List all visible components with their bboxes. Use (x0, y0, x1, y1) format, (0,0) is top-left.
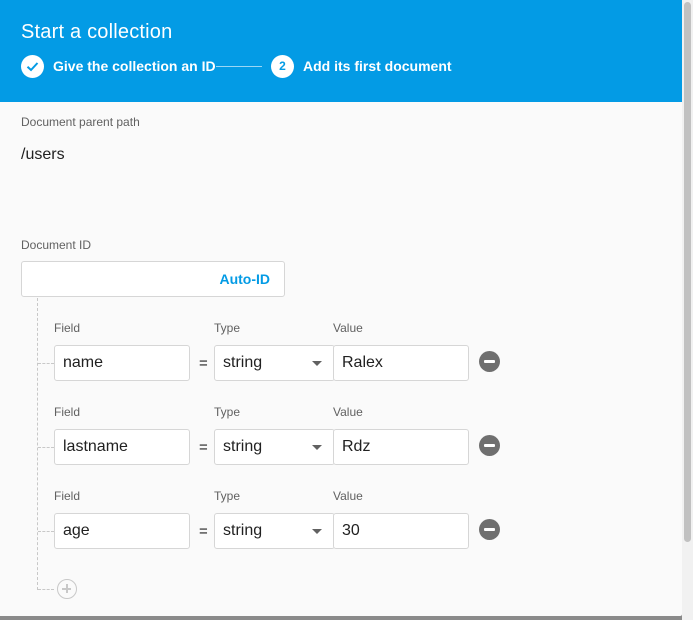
type-label: Type (214, 405, 241, 419)
type-select[interactable]: string (214, 513, 335, 549)
type-select[interactable]: string (214, 429, 335, 465)
step-2-label: Add its first document (303, 58, 452, 74)
caret-down-icon (312, 529, 322, 534)
start-collection-dialog: Start a collection Give the collection a… (0, 0, 682, 616)
tree-branch (38, 363, 54, 364)
caret-down-icon (312, 445, 322, 450)
scrollbar[interactable] (682, 0, 693, 620)
field-value-input[interactable] (333, 429, 469, 465)
type-select-value: string (223, 438, 263, 455)
dialog-header: Start a collection Give the collection a… (0, 0, 682, 102)
field-name-input[interactable] (54, 345, 190, 381)
field-label: Field (54, 405, 81, 419)
equals-sign: = (199, 523, 208, 540)
tree-branch (38, 531, 54, 532)
type-label: Type (214, 321, 241, 335)
type-label: Type (214, 489, 241, 503)
field-value-input[interactable] (333, 513, 469, 549)
value-label: Value (333, 405, 363, 419)
remove-circle-icon[interactable] (479, 519, 500, 540)
field-name-input[interactable] (54, 513, 190, 549)
tree-branch (38, 447, 54, 448)
tree-branch (38, 589, 54, 590)
dialog-title: Start a collection (21, 21, 173, 43)
step-connector (216, 66, 262, 67)
parent-path-label: Document parent path (21, 115, 140, 129)
step-2: 2 Add its first document (271, 54, 452, 78)
tree-connector (37, 298, 38, 590)
value-label: Value (333, 321, 363, 335)
document-id-input[interactable] (22, 262, 212, 296)
step-1: Give the collection an ID (21, 54, 216, 78)
step-1-label: Give the collection an ID (53, 58, 216, 74)
check-icon (21, 54, 44, 78)
field-name-input[interactable] (54, 429, 190, 465)
equals-sign: = (199, 355, 208, 372)
remove-circle-icon[interactable] (479, 435, 500, 456)
step-2-number: 2 (271, 54, 294, 78)
document-id-box: Auto-ID (21, 261, 285, 297)
equals-sign: = (199, 439, 208, 456)
auto-id-button[interactable]: Auto-ID (219, 271, 270, 287)
caret-down-icon (312, 361, 322, 366)
add-circle-icon[interactable] (57, 579, 77, 599)
parent-path-value: /users (21, 146, 65, 163)
remove-circle-icon[interactable] (479, 351, 500, 372)
field-label: Field (54, 321, 81, 335)
document-id-label: Document ID (21, 238, 92, 252)
value-label: Value (333, 489, 363, 503)
type-select[interactable]: string (214, 345, 335, 381)
type-select-value: string (223, 522, 263, 539)
field-label: Field (54, 489, 81, 503)
type-select-value: string (223, 354, 263, 371)
field-value-input[interactable] (333, 345, 469, 381)
scrollbar-thumb[interactable] (684, 2, 691, 542)
